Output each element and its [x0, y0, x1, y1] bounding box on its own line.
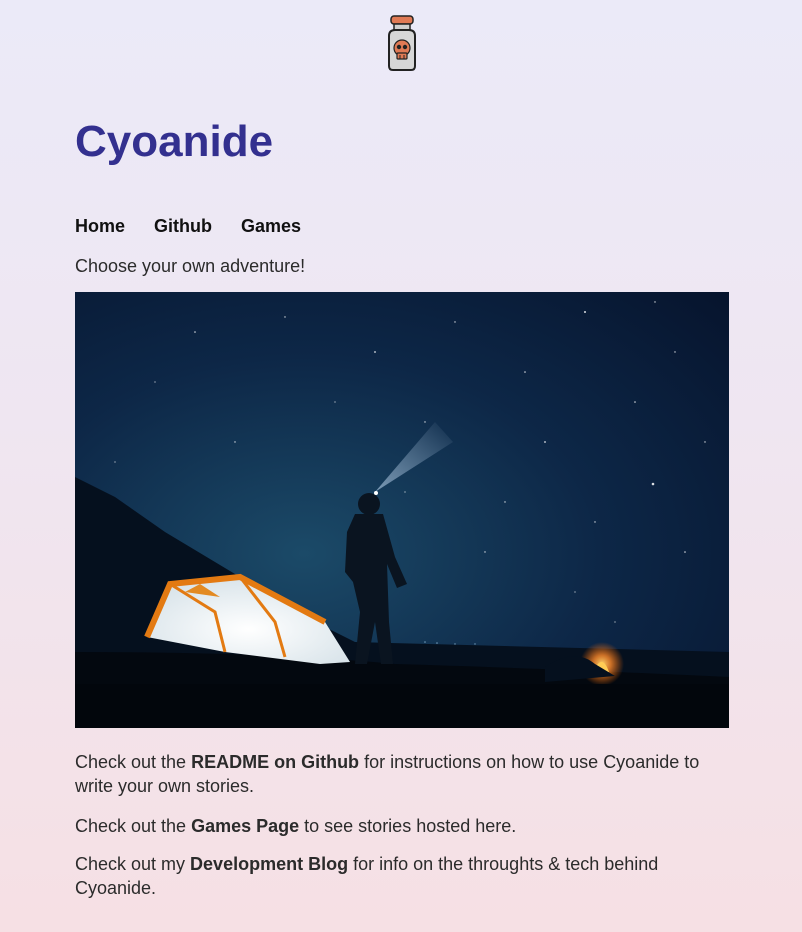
readme-text-before: Check out the [75, 752, 192, 772]
night-camping-photo [75, 292, 729, 728]
nav-games[interactable]: Games [241, 215, 301, 237]
main-nav: Home Github Games [75, 215, 301, 237]
readme-github-link[interactable]: README on Github [191, 752, 359, 772]
blog-paragraph: Check out my Development Blog for info o… [75, 852, 715, 900]
development-blog-link[interactable]: Development Blog [190, 854, 348, 874]
nav-github[interactable]: Github [154, 215, 212, 237]
games-page-link[interactable]: Games Page [191, 816, 299, 836]
site-title: Cyoanide [75, 117, 274, 166]
tagline: Choose your own adventure! [75, 256, 306, 276]
games-text-after: to see stories hosted here. [299, 816, 517, 836]
games-paragraph: Check out the Games Page to see stories … [75, 814, 715, 838]
readme-paragraph: Check out the README on Github for instr… [75, 750, 715, 798]
games-text-before: Check out the [75, 816, 192, 836]
poison-bottle-skull-icon [388, 15, 416, 71]
blog-text-before: Check out my [75, 854, 191, 874]
nav-home[interactable]: Home [75, 215, 125, 237]
